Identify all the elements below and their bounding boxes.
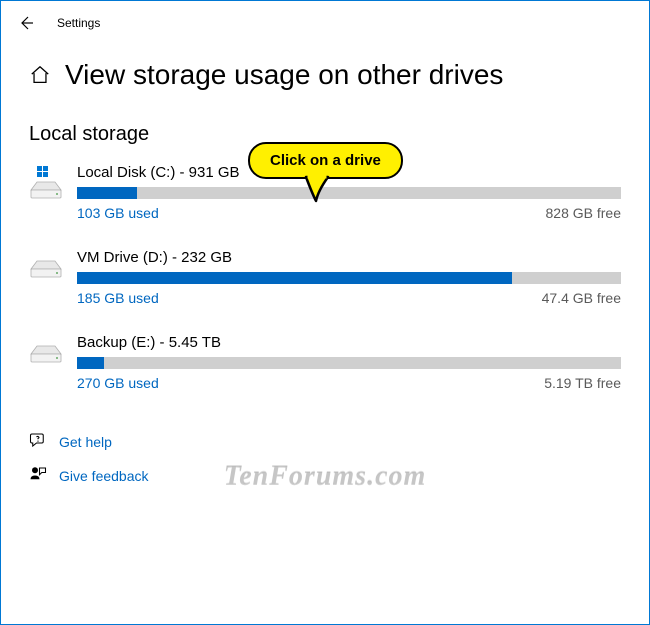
drive-title: Backup (E:) - 5.45 TB [77,334,621,351]
drive-row[interactable]: Backup (E:) - 5.45 TB 270 GB used 5.19 T… [29,334,621,391]
drive-icon [29,166,63,200]
give-feedback-label: Give feedback [59,468,149,484]
drive-used-text: 103 GB used [77,205,159,221]
drive-title: VM Drive (D:) - 232 GB [77,249,621,266]
drive-row[interactable]: VM Drive (D:) - 232 GB 185 GB used 47.4 … [29,249,621,306]
drive-usage-bar [77,272,621,284]
back-button[interactable] [17,14,35,32]
feedback-icon [29,465,47,488]
give-feedback-link[interactable]: Give feedback [29,459,621,493]
get-help-label: Get help [59,434,112,450]
drive-usage-bar [77,187,621,199]
window-title: Settings [57,16,100,30]
annotation-callout: Click on a drive [248,142,403,179]
drive-used-text: 185 GB used [77,290,159,306]
get-help-link[interactable]: Get help [29,425,621,459]
drive-icon [29,251,63,285]
help-icon [29,431,47,454]
arrow-left-icon [17,14,35,32]
drive-free-text: 828 GB free [546,205,622,221]
drive-icon [29,336,63,370]
drive-usage-bar [77,357,621,369]
home-icon[interactable] [29,64,51,86]
page-title: View storage usage on other drives [65,59,503,91]
drive-free-text: 5.19 TB free [544,375,621,391]
annotation-tail-icon [302,175,332,203]
drive-free-text: 47.4 GB free [542,290,621,306]
drive-used-text: 270 GB used [77,375,159,391]
annotation-text: Click on a drive [248,142,403,179]
